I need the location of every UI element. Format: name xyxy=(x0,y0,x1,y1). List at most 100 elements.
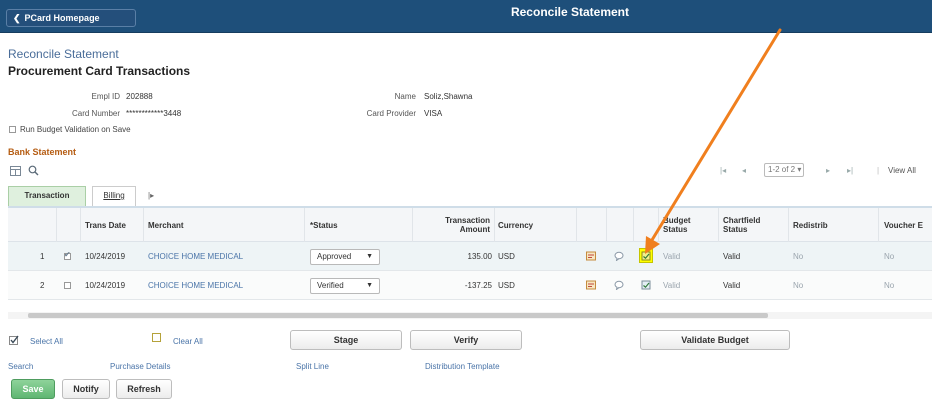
column-divider xyxy=(412,208,413,242)
column-divider xyxy=(576,208,577,242)
stage-button[interactable]: Stage xyxy=(290,330,402,350)
col-transaction-amount[interactable]: Transaction Amount xyxy=(430,208,490,242)
status-select[interactable]: Verified ▼ xyxy=(310,278,380,294)
column-divider xyxy=(494,208,495,242)
row-number: 1 xyxy=(40,252,45,261)
pager-divider: | xyxy=(877,166,880,175)
last-page-icon[interactable]: ▸| xyxy=(847,166,853,175)
home-button-label: PCard Homepage xyxy=(24,13,100,23)
budget-check-icon[interactable] xyxy=(641,251,651,261)
redistrib: No xyxy=(793,252,804,261)
column-divider xyxy=(143,208,144,242)
column-divider xyxy=(80,208,81,242)
currency: USD xyxy=(498,281,515,290)
transaction-amount: -137.25 xyxy=(464,281,492,290)
clear-all-link[interactable]: Clear All xyxy=(173,337,203,346)
comment-icon[interactable] xyxy=(614,280,624,290)
top-banner: ❮ PCard Homepage Reconcile Statement xyxy=(0,0,932,33)
budget-status: Valid xyxy=(663,281,681,290)
page-breadcrumb: Reconcile Statement xyxy=(8,47,119,61)
attachment-icon[interactable] xyxy=(586,251,596,261)
bank-statement-title: Bank Statement xyxy=(8,147,77,157)
first-page-icon[interactable]: |◂ xyxy=(720,166,726,175)
scrollbar-thumb[interactable] xyxy=(28,313,768,318)
column-divider xyxy=(788,208,789,242)
validate-budget-button[interactable]: Validate Budget xyxy=(640,330,790,350)
previous-page-icon[interactable]: ◂ xyxy=(742,166,746,175)
row-range-select[interactable]: 1-2 of 2 ▾ xyxy=(764,163,804,177)
status-select[interactable]: Approved ▼ xyxy=(310,249,380,265)
trans-date: 10/24/2019 xyxy=(85,281,126,290)
refresh-button[interactable]: Refresh xyxy=(116,379,172,399)
transactions-grid: Trans Date Merchant *Status Transaction … xyxy=(8,206,932,303)
col-redistrib[interactable]: Redistrib xyxy=(793,208,828,242)
row-select-checkbox[interactable] xyxy=(64,282,71,289)
row-number: 2 xyxy=(40,281,45,290)
name-label: Name xyxy=(394,92,416,101)
purchase-details-link[interactable]: Purchase Details xyxy=(110,362,170,371)
col-merchant[interactable]: Merchant xyxy=(148,208,184,242)
table-row: 2 10/24/2019 CHOICE HOME MEDICAL Verifie… xyxy=(8,271,932,300)
next-page-icon[interactable]: ▸ xyxy=(826,166,830,175)
merchant-link[interactable]: CHOICE HOME MEDICAL xyxy=(148,271,243,300)
column-divider xyxy=(658,208,659,242)
column-divider xyxy=(304,208,305,242)
grid-header: Trans Date Merchant *Status Transaction … xyxy=(8,208,932,242)
clear-all-icon[interactable] xyxy=(152,333,161,342)
col-voucher[interactable]: Voucher E xyxy=(884,208,923,242)
run-budget-label: Run Budget Validation on Save xyxy=(20,125,131,134)
split-line-link[interactable]: Split Line xyxy=(296,362,329,371)
distribution-template-link[interactable]: Distribution Template xyxy=(425,362,500,371)
budget-check-icon[interactable] xyxy=(641,280,651,290)
merchant-link[interactable]: CHOICE HOME MEDICAL xyxy=(148,242,243,271)
col-budget-status[interactable]: Budget Status xyxy=(663,208,713,242)
transaction-amount: 135.00 xyxy=(467,252,492,261)
row-range-text: 1-2 of 2 xyxy=(768,165,796,174)
voucher: No xyxy=(884,252,895,261)
voucher: No xyxy=(884,281,895,290)
budget-status: Valid xyxy=(663,252,681,261)
card-number-value: ************3448 xyxy=(126,109,182,118)
tab-transaction[interactable]: Transaction xyxy=(8,186,86,206)
status-value: Verified xyxy=(317,281,344,290)
select-all-icon[interactable] xyxy=(9,335,19,345)
select-all-link[interactable]: Select All xyxy=(30,337,63,346)
search-link[interactable]: Search xyxy=(8,362,33,371)
col-trans-date[interactable]: Trans Date xyxy=(85,208,126,242)
tab-billing-label: Billing xyxy=(103,191,125,200)
chartfield-status: Valid xyxy=(723,252,741,261)
find-search-icon[interactable] xyxy=(28,165,39,176)
notify-button[interactable]: Notify xyxy=(62,379,110,399)
empl-id-label: Empl ID xyxy=(91,92,120,101)
comment-icon[interactable] xyxy=(614,251,624,261)
show-all-columns-icon[interactable]: |▸ xyxy=(148,191,154,200)
view-all-link[interactable]: View All xyxy=(888,166,916,175)
pcard-homepage-button[interactable]: ❮ PCard Homepage xyxy=(6,9,136,27)
status-value: Approved xyxy=(317,252,352,261)
card-provider-value: VISA xyxy=(424,109,443,118)
attachment-icon[interactable] xyxy=(586,280,596,290)
personalize-grid-icon[interactable] xyxy=(10,166,21,176)
column-divider xyxy=(878,208,879,242)
redistrib: No xyxy=(793,281,804,290)
save-button[interactable]: Save xyxy=(11,379,55,399)
currency: USD xyxy=(498,252,515,261)
card-provider-label: Card Provider xyxy=(366,109,416,118)
row-select-checkbox[interactable] xyxy=(64,250,71,260)
trans-date: 10/24/2019 xyxy=(85,252,126,261)
col-currency[interactable]: Currency xyxy=(498,208,533,242)
col-status[interactable]: *Status xyxy=(310,208,338,242)
horizontal-scrollbar[interactable] xyxy=(8,312,932,319)
tab-billing[interactable]: Billing xyxy=(92,186,136,206)
verify-button[interactable]: Verify xyxy=(410,330,522,350)
card-number-label: Card Number xyxy=(71,109,120,118)
column-divider xyxy=(718,208,719,242)
dropdown-caret-icon: ▼ xyxy=(366,253,373,260)
page-heading: Procurement Card Transactions xyxy=(8,64,191,78)
column-divider xyxy=(606,208,607,242)
run-budget-checkbox[interactable] xyxy=(9,126,16,133)
chartfield-status: Valid xyxy=(723,281,741,290)
table-row: 1 10/24/2019 CHOICE HOME MEDICAL Approve… xyxy=(8,242,932,271)
col-chartfield-status[interactable]: Chartfield Status xyxy=(723,208,778,242)
empl-id-value: 202888 xyxy=(126,92,153,101)
